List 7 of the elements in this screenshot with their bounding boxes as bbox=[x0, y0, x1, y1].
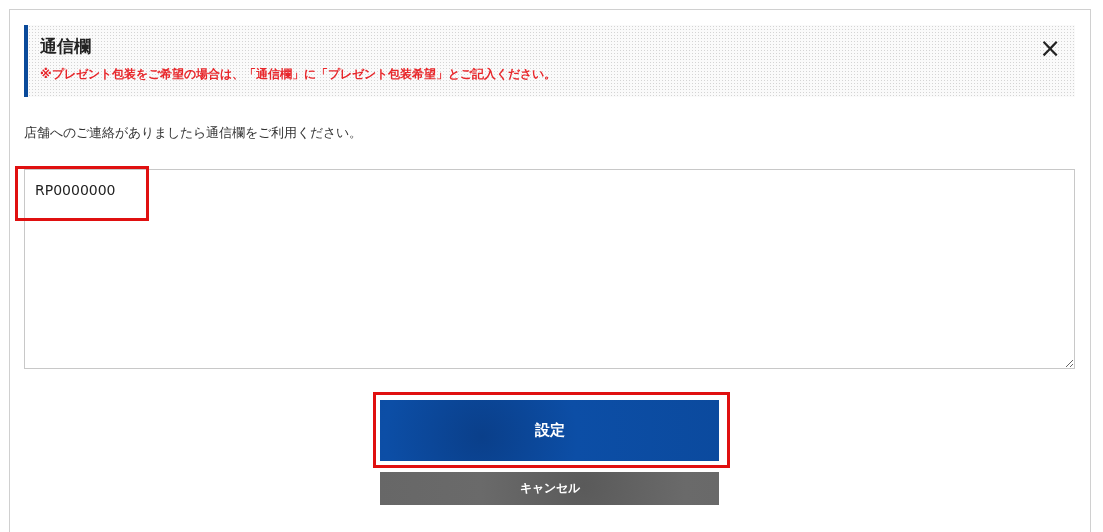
submit-button[interactable]: 設定 bbox=[380, 400, 719, 461]
message-field[interactable]: RP0000000 bbox=[24, 169, 1075, 369]
cancel-button[interactable]: キャンセル bbox=[380, 472, 719, 505]
gift-wrap-notice: ※プレゼント包装をご希望の場合は、「通信欄」に「プレゼント包装希望」とご記入ください。 bbox=[40, 66, 556, 83]
description-text: 店舗へのご連絡がありましたら通信欄をご利用ください。 bbox=[24, 124, 363, 142]
dialog-title: 通信欄 bbox=[40, 35, 92, 58]
close-button[interactable]: × bbox=[1039, 35, 1061, 61]
